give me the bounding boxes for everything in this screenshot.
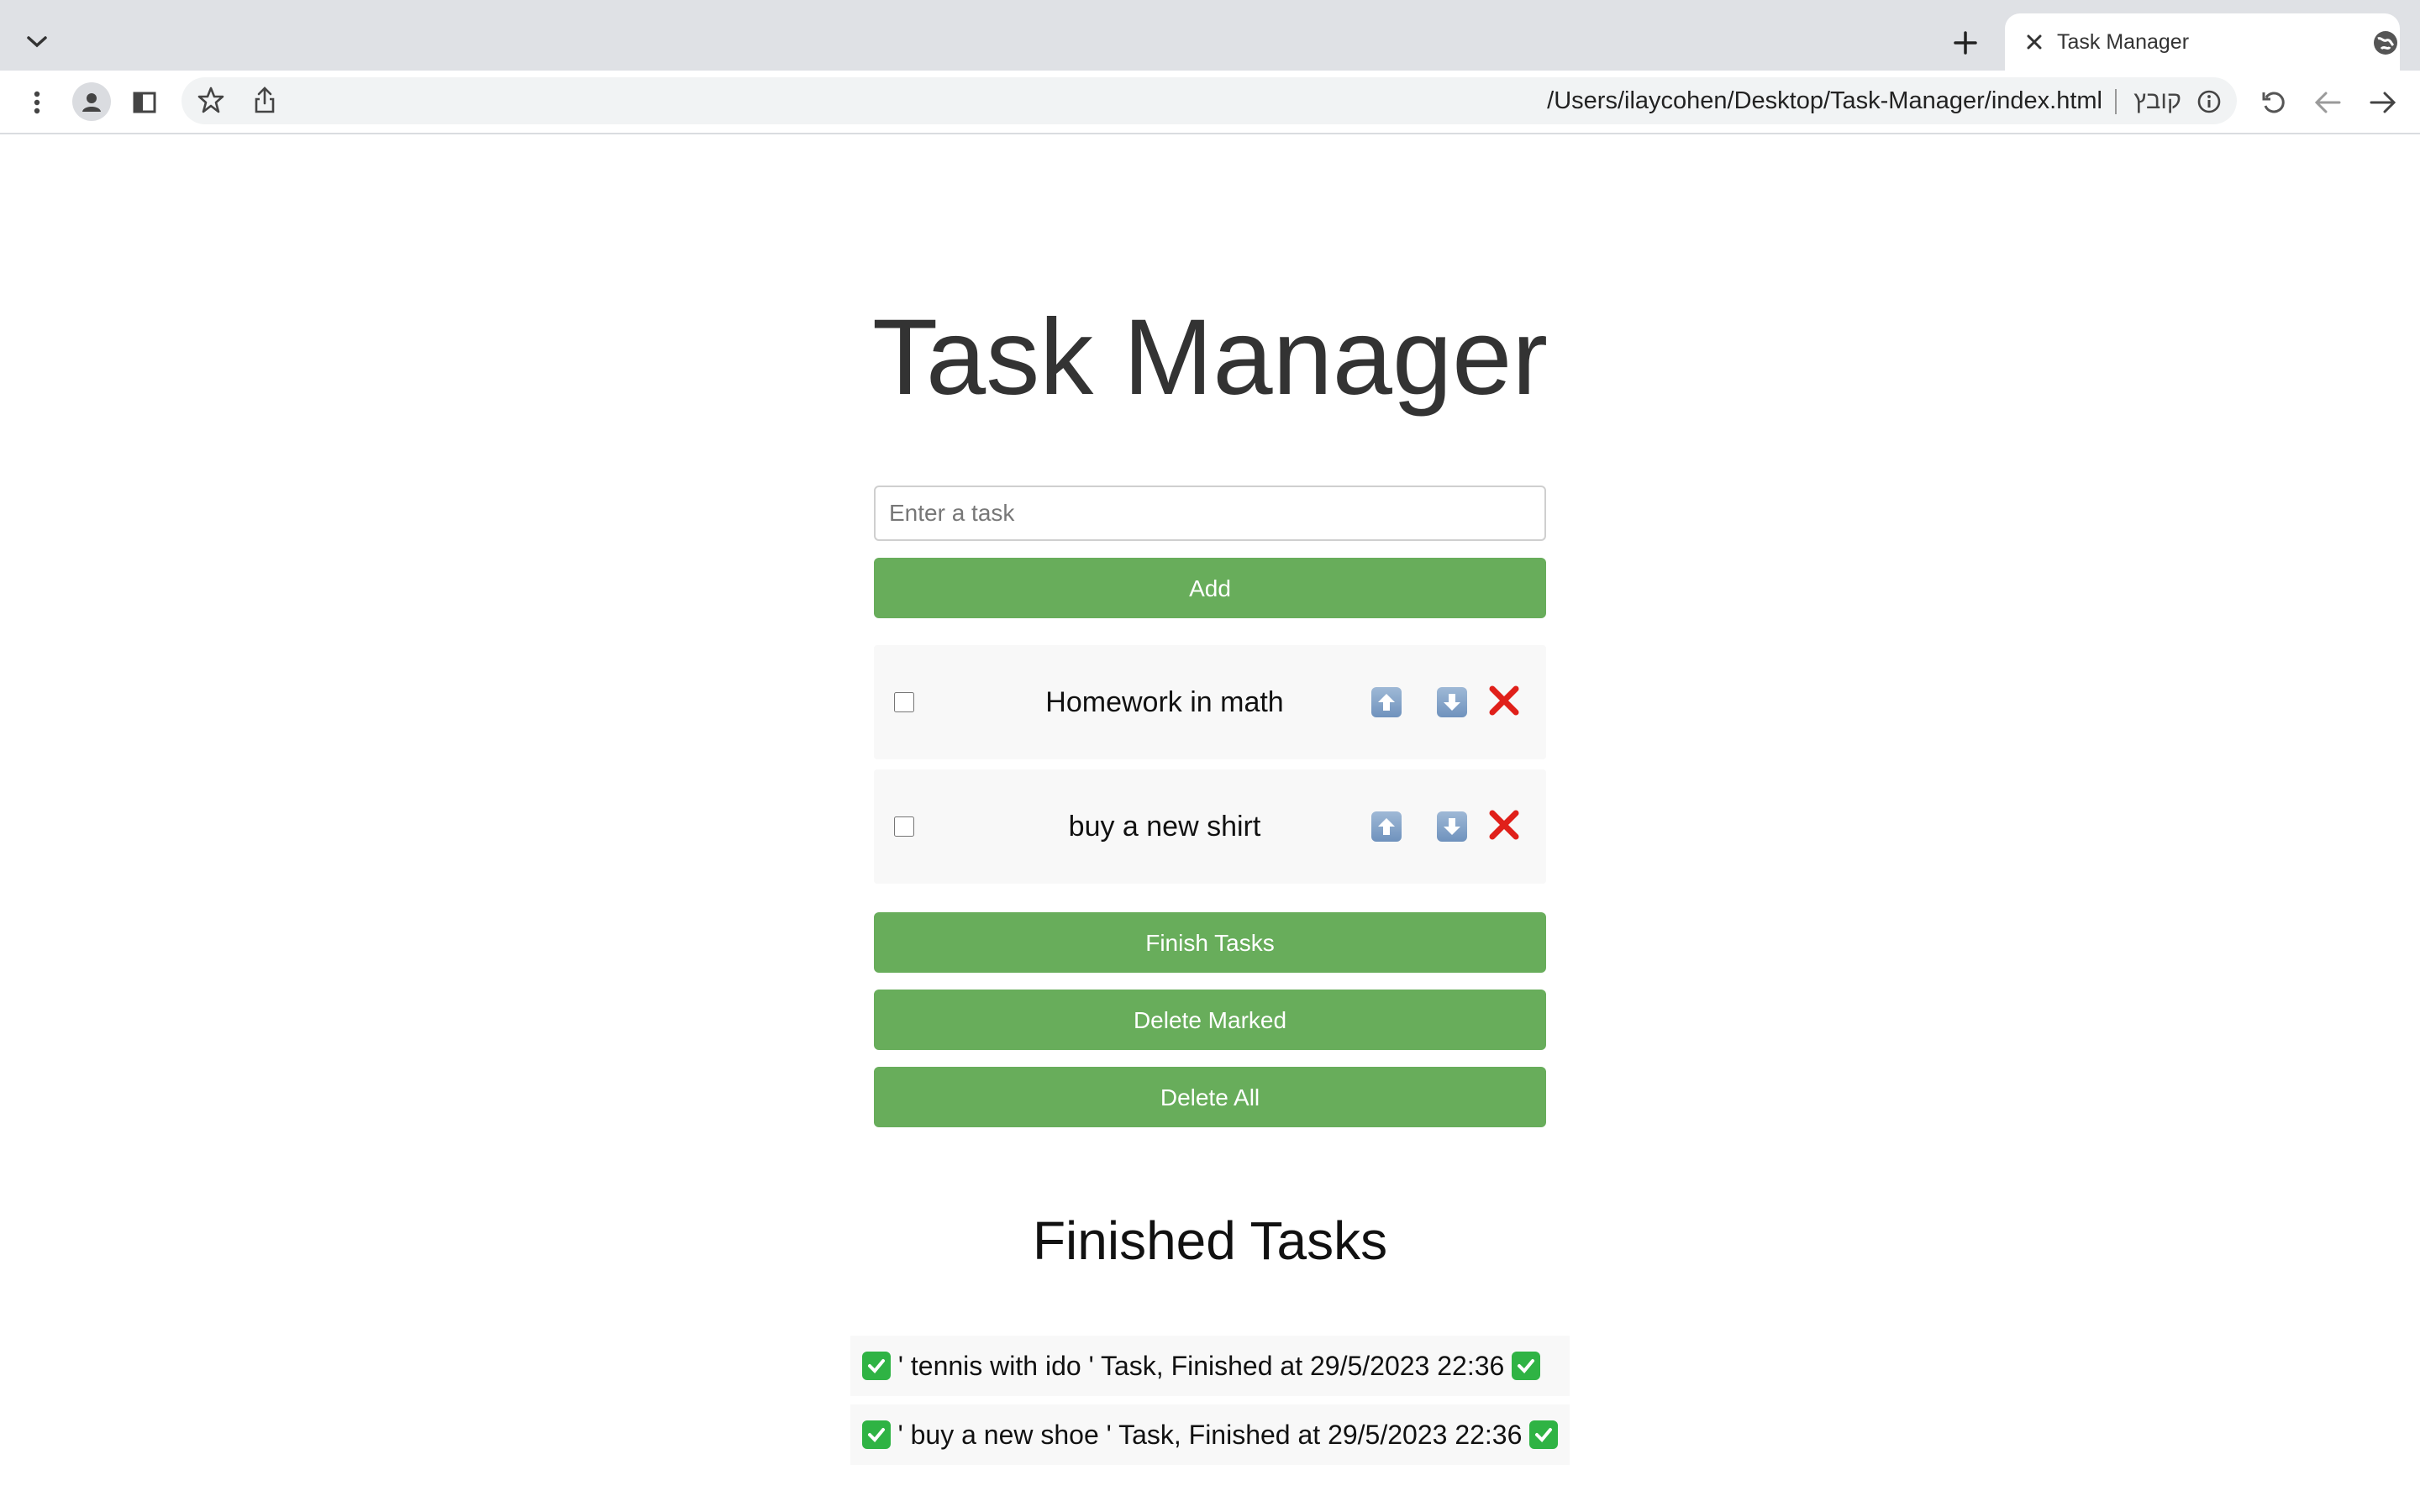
globe-icon (2371, 29, 2400, 57)
check-icon (1529, 1420, 1558, 1449)
check-icon (1512, 1352, 1541, 1380)
up-arrow-icon[interactable] (1371, 811, 1402, 842)
task-row: buy a new shirt (874, 769, 1546, 884)
address-bar[interactable]: /Users/ilaycohen/Desktop/Task-Manager/in… (182, 77, 2237, 124)
profile-icon[interactable] (72, 82, 111, 121)
add-button[interactable]: Add (874, 558, 1546, 618)
task-text: Homework in math (1045, 686, 1284, 718)
up-arrow-icon[interactable] (1371, 687, 1402, 717)
delete-icon[interactable] (1486, 806, 1523, 843)
url-separator (2115, 89, 2117, 114)
down-arrow-icon[interactable] (1437, 687, 1467, 717)
star-icon[interactable] (197, 86, 225, 118)
delete-icon[interactable] (1486, 682, 1523, 719)
delete-marked-button[interactable]: Delete Marked (874, 990, 1546, 1050)
task-input[interactable] (874, 486, 1546, 541)
page-title: Task Manager (872, 297, 1548, 417)
reload-icon[interactable] (2257, 86, 2291, 119)
tab-strip: Task Manager (0, 0, 2420, 71)
share-icon[interactable] (252, 86, 277, 118)
delete-all-button[interactable]: Delete All (874, 1067, 1546, 1127)
task-text: buy a new shirt (1068, 811, 1261, 843)
tab-title: Task Manager (2057, 29, 2190, 54)
browser-toolbar: /Users/ilaycohen/Desktop/Task-Manager/in… (0, 71, 2420, 134)
close-icon[interactable] (2022, 29, 2047, 55)
task-checkbox[interactable] (894, 692, 914, 712)
finished-item: ' buy a new shoe ' Task, Finished at 29/… (850, 1404, 1570, 1465)
check-icon (862, 1352, 891, 1380)
new-tab-icon[interactable] (1946, 24, 1985, 62)
menu-icon[interactable] (20, 86, 54, 119)
finished-item-text: ' tennis with ido ' Task, Finished at 29… (891, 1350, 1512, 1381)
check-icon (862, 1420, 891, 1449)
url-scheme-label: קובץ (2133, 87, 2181, 114)
info-icon[interactable] (2196, 89, 2222, 114)
finished-item: ' tennis with ido ' Task, Finished at 29… (850, 1336, 1570, 1396)
down-arrow-icon[interactable] (1437, 811, 1467, 842)
finish-tasks-button[interactable]: Finish Tasks (874, 912, 1546, 973)
browser-tab[interactable]: Task Manager (2005, 13, 2400, 71)
back-icon[interactable] (2311, 86, 2344, 119)
finished-item-text: ' buy a new shoe ' Task, Finished at 29/… (890, 1419, 1530, 1450)
task-checkbox[interactable] (894, 816, 914, 837)
task-row: Homework in math (874, 645, 1546, 759)
side-panel-icon[interactable] (128, 86, 161, 119)
url-text[interactable]: /Users/ilaycohen/Desktop/Task-Manager/in… (1547, 87, 2102, 115)
finished-tasks-title: Finished Tasks (1032, 1210, 1388, 1271)
forward-icon[interactable] (2366, 86, 2400, 119)
tab-list-icon[interactable] (20, 25, 54, 59)
